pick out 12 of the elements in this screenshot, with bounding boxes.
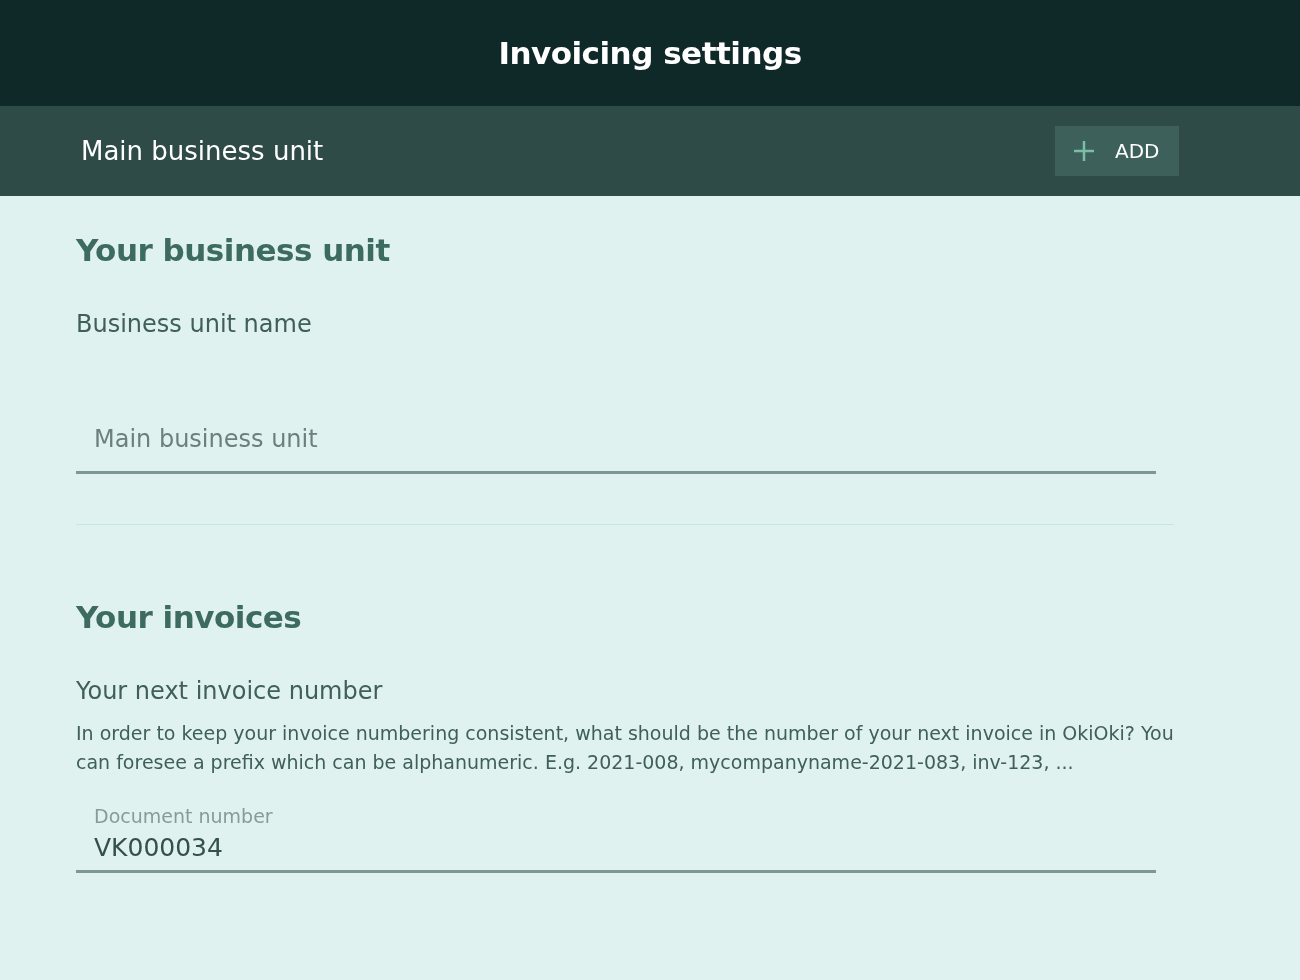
business-unit-name[interactable]: Main business unit	[81, 136, 324, 166]
add-button[interactable]: ADD	[1055, 126, 1179, 176]
plus-icon	[1073, 140, 1095, 162]
field-label: Business unit name	[76, 310, 313, 338]
description-text: In order to keep your invoice numbering consistent, what should be the number of your next invoice in OkiOki? You can foresee a prefix which can be alphanumeric. E.g. 2021-008, mycompanyname-2021-083, inv-123, ...	[76, 721, 1174, 775]
page-title: Invoicing settings	[498, 35, 802, 71]
business-unit-name-field[interactable]: Main business unit	[76, 397, 1156, 474]
section-heading: Your invoices	[76, 599, 303, 635]
floating-label: Document number	[94, 805, 273, 827]
document-number-field[interactable]: VK000034	[76, 827, 1156, 873]
section-heading: Your business unit	[76, 232, 391, 268]
field-label: Your next invoice number	[76, 677, 384, 705]
